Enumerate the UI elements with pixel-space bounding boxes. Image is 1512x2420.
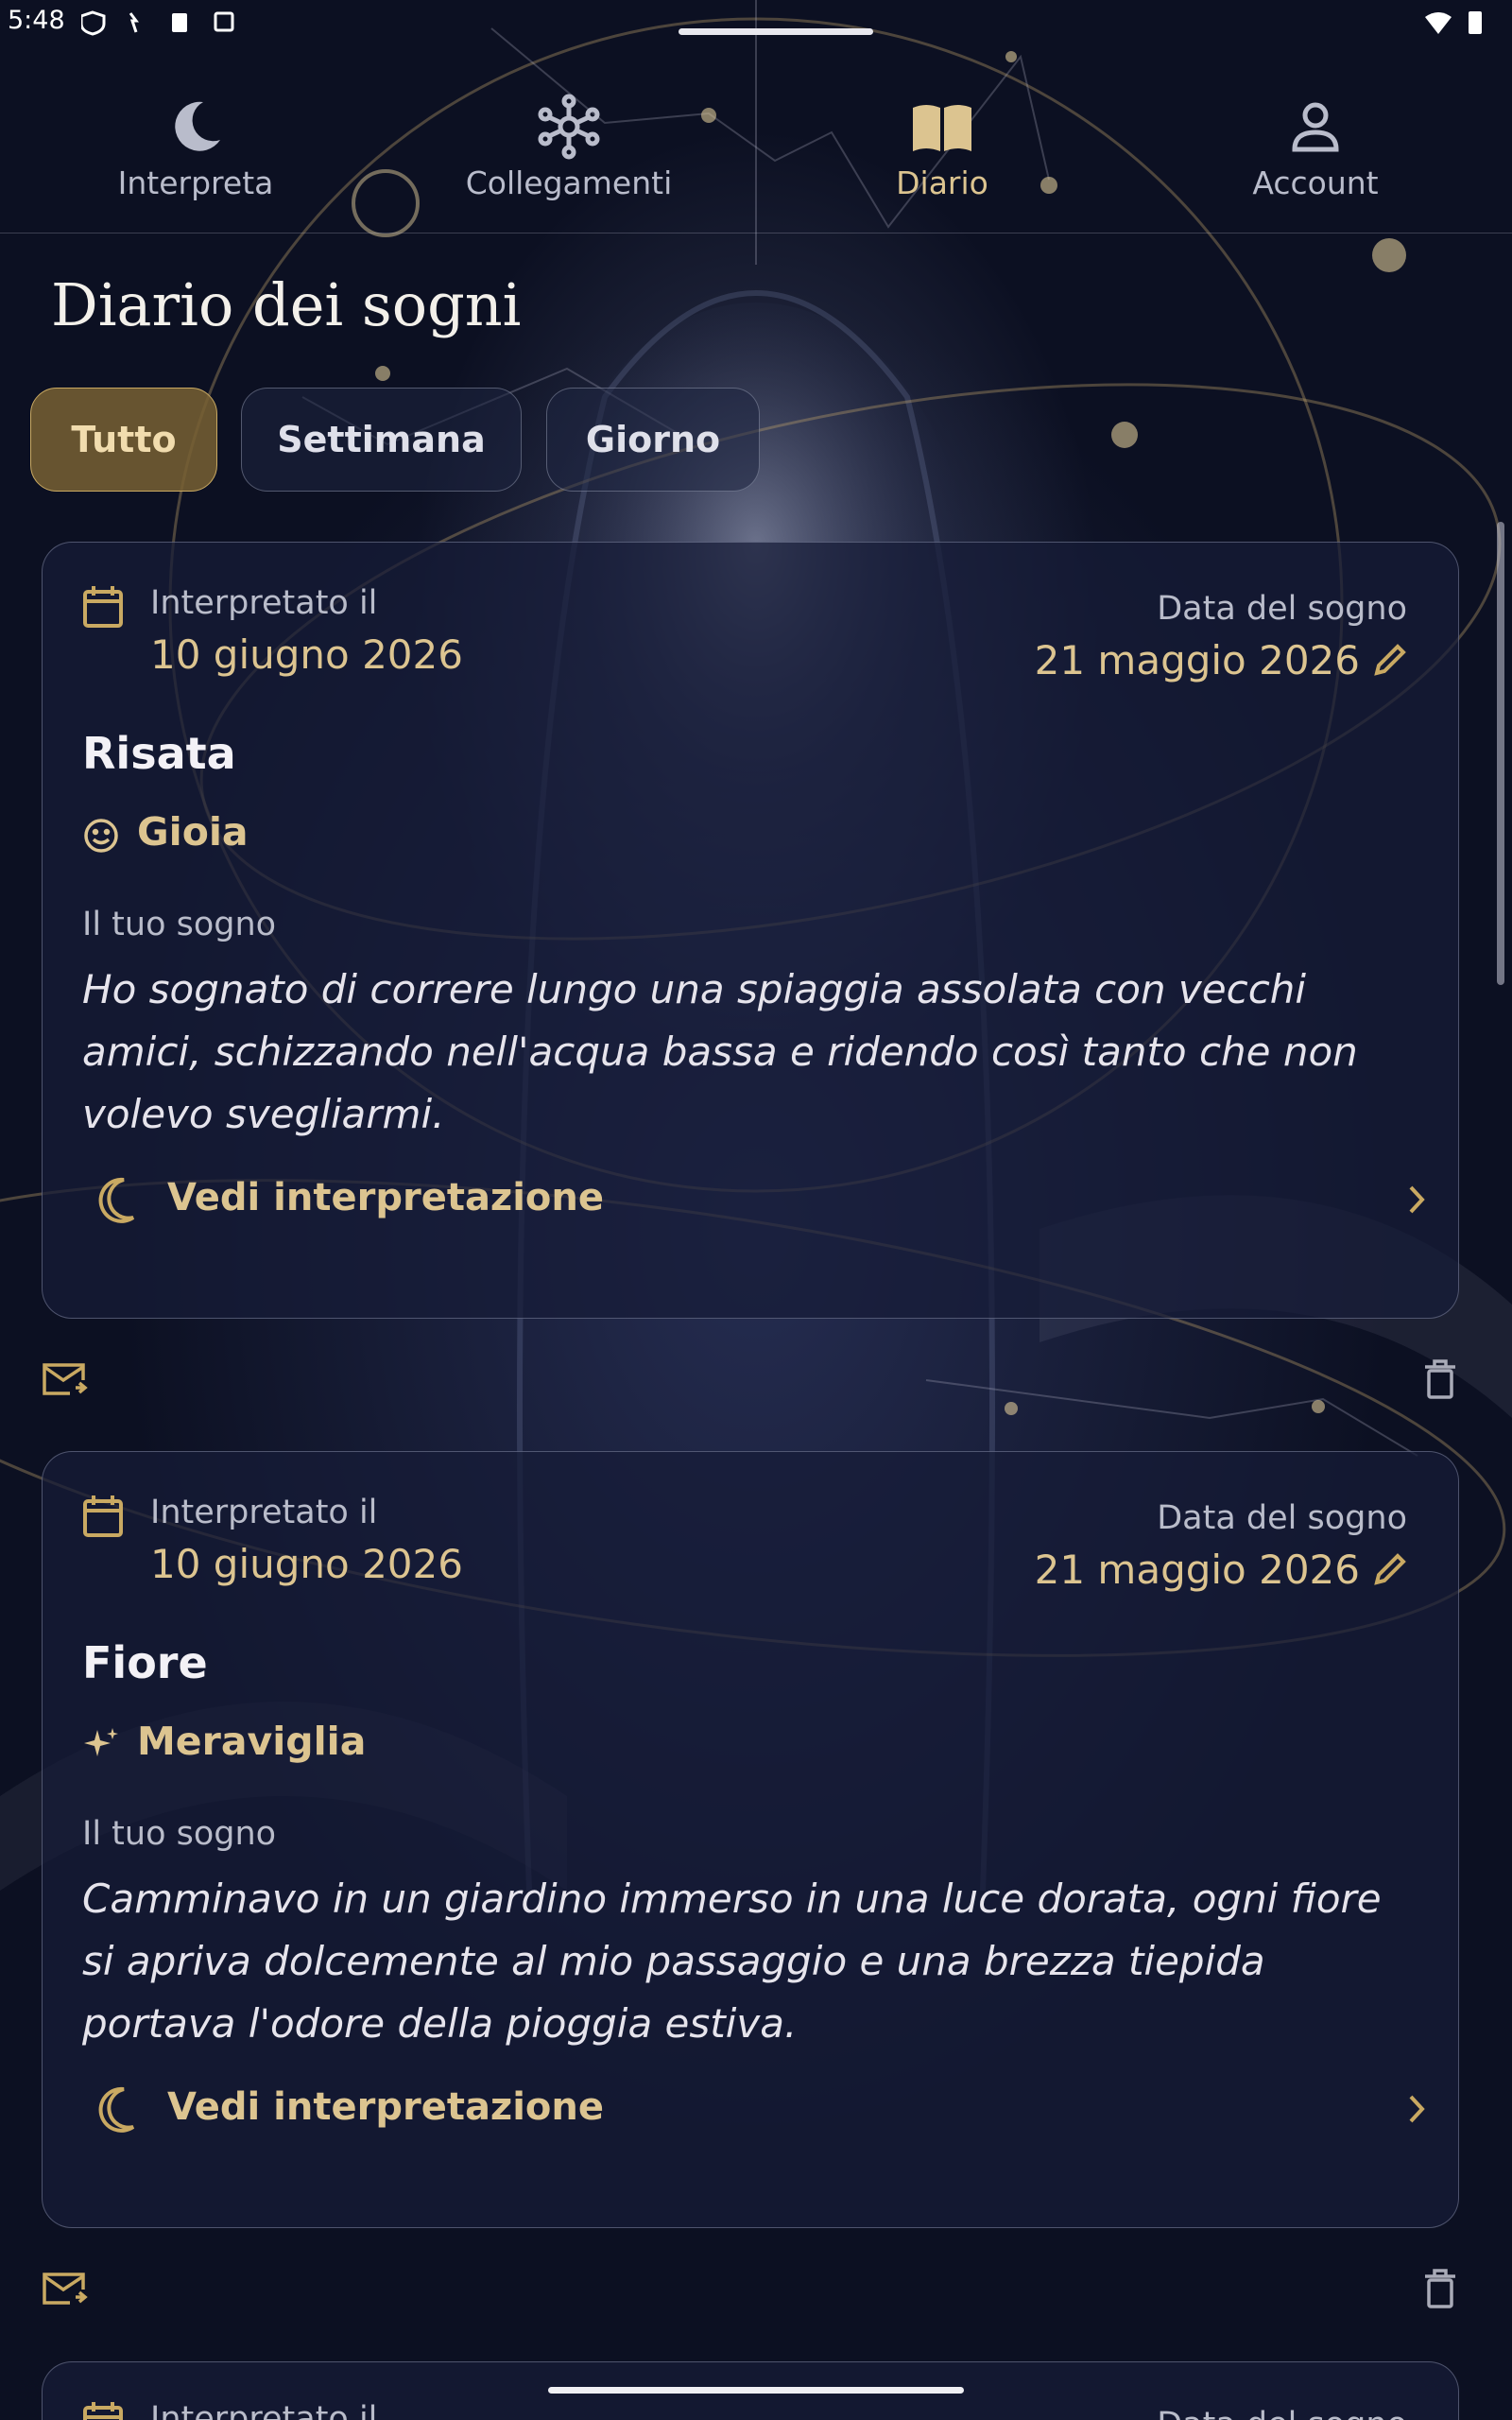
dream-text-label: Il tuo sogno (82, 906, 277, 943)
nav-label: Collegamenti (465, 164, 673, 201)
edit-date-icon[interactable] (1373, 643, 1407, 681)
nav-label: Diario (896, 164, 988, 201)
moon-icon (95, 1176, 137, 1227)
dream-date[interactable]: 21 maggio 2026 (1035, 1547, 1360, 1593)
home-indicator (548, 2387, 964, 2394)
sparkles-icon (82, 1726, 120, 1768)
network-icon (427, 94, 711, 160)
calendar-icon (82, 2400, 124, 2420)
filter-tutto[interactable]: Tutto (30, 388, 217, 492)
share-mail-icon[interactable] (42, 2271, 89, 2312)
status-bar: 5:48 (0, 0, 1512, 45)
interpreted-label: Interpretato il (150, 1494, 378, 1531)
nav-label: Interpreta (117, 164, 274, 201)
interpreted-label: Interpretato il (150, 584, 378, 622)
edit-date-icon[interactable] (1373, 1552, 1407, 1590)
dream-date-label: Data del sogno (1157, 1499, 1407, 1537)
delete-icon[interactable] (1423, 2269, 1457, 2312)
person-icon (1174, 95, 1457, 159)
interpreted-date: 10 giugno 2026 (150, 631, 463, 678)
scrollbar[interactable] (1497, 522, 1504, 985)
calendar-icon (82, 584, 124, 633)
smiley-icon (82, 817, 120, 858)
book-icon (800, 95, 1084, 159)
moon-icon (54, 95, 337, 159)
nav-account[interactable]: Account (1174, 95, 1457, 201)
top-navigation: Interpreta Collegamenti Diario Account (0, 59, 1512, 233)
view-interpretation-label: Vedi interpretazione (167, 1176, 605, 1219)
dream-date-label: Data del sogno (1157, 2406, 1407, 2420)
filter-settimana[interactable]: Settimana (241, 388, 522, 492)
moon-icon (95, 2085, 137, 2136)
emotion-label: Gioia (137, 809, 249, 855)
wifi-battery-icons (1423, 9, 1489, 40)
dream-date-label: Data del sogno (1157, 590, 1407, 628)
nav-diario[interactable]: Diario (800, 95, 1084, 201)
filter-giorno[interactable]: Giorno (546, 388, 760, 492)
emotion-label: Meraviglia (137, 1719, 367, 1764)
dream-text-label: Il tuo sogno (82, 1815, 277, 1853)
calendar-icon (82, 1494, 124, 1543)
page-title: Diario dei sogni (51, 270, 522, 339)
chevron-right-icon (1405, 2093, 1428, 2129)
dream-title: Risata (82, 728, 236, 779)
delete-icon[interactable] (1423, 1359, 1457, 1403)
share-mail-icon[interactable] (42, 1361, 89, 1403)
status-icons (79, 9, 251, 40)
dream-title: Fiore (82, 1637, 208, 1688)
dream-text: Camminavo in un giardino immerso in una … (82, 1876, 1382, 2047)
nav-collegamenti[interactable]: Collegamenti (427, 94, 711, 201)
nav-label: Account (1252, 164, 1379, 201)
dream-card: Interpretato il 10 giugno 2026 Data del … (42, 1451, 1459, 2228)
view-interpretation-button[interactable]: Vedi interpretazione (95, 1170, 1428, 1236)
status-time: 5:48 (8, 6, 65, 35)
top-handle (679, 28, 873, 35)
dream-text: Ho sognato di correre lungo una spiaggia… (82, 966, 1358, 1137)
chevron-right-icon (1405, 1184, 1428, 1219)
interpreted-date: 10 giugno 2026 (150, 1541, 463, 1587)
view-interpretation-button[interactable]: Vedi interpretazione (95, 2080, 1428, 2146)
view-interpretation-label: Vedi interpretazione (167, 2085, 605, 2129)
dream-date[interactable]: 21 maggio 2026 (1035, 637, 1360, 683)
nav-interpreta[interactable]: Interpreta (54, 95, 337, 201)
dream-card: Interpretato il 10 giugno 2026 Data del … (42, 542, 1459, 1319)
interpreted-label: Interpretato il (150, 2400, 378, 2420)
